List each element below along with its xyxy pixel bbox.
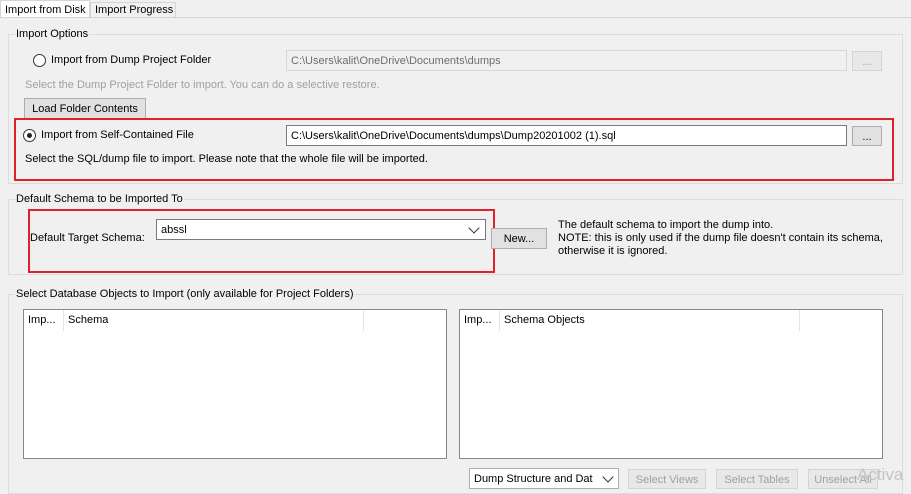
tab-import-from-disk[interactable]: Import from Disk <box>0 0 90 18</box>
new-schema-button[interactable]: New... <box>491 228 547 249</box>
chevron-down-icon <box>602 471 614 483</box>
import-options-title: Import Options <box>15 28 90 40</box>
dump-folder-label[interactable]: Import from Dump Project Folder <box>51 54 211 66</box>
dump-folder-radio[interactable] <box>33 54 46 67</box>
chevron-down-icon <box>468 222 480 234</box>
activation-watermark: Activa <box>857 465 904 484</box>
schema-objects-col-objects[interactable]: Schema Objects <box>500 310 800 331</box>
self-contained-browse-button[interactable]: ... <box>852 126 882 146</box>
target-schema-label: Default Target Schema: <box>30 232 145 244</box>
dump-folder-path-input[interactable]: C:\Users\kalit\OneDrive\Documents\dumps <box>286 50 847 71</box>
dump-type-select[interactable]: Dump Structure and Dat <box>469 468 619 489</box>
default-schema-title: Default Schema to be Imported To <box>15 193 184 205</box>
select-tables-button[interactable]: Select Tables <box>716 469 798 489</box>
self-contained-hint: Select the SQL/dump file to import. Plea… <box>25 153 428 165</box>
load-folder-contents-button[interactable]: Load Folder Contents <box>24 98 146 119</box>
schema-objects-list[interactable]: Imp... Schema Objects <box>459 309 883 459</box>
schema-list[interactable]: Imp... Schema <box>23 309 447 459</box>
schema-note-line-2: NOTE: this is only used if the dump file… <box>558 232 883 244</box>
select-views-button[interactable]: Select Views <box>628 469 706 489</box>
tab-import-progress[interactable]: Import Progress <box>90 2 176 18</box>
self-contained-path-input[interactable]: C:\Users\kalit\OneDrive\Documents\dumps\… <box>286 125 847 146</box>
schema-note-line-1: The default schema to import the dump in… <box>558 219 774 231</box>
target-schema-value: abssl <box>161 224 187 236</box>
dump-folder-browse-button[interactable]: ... <box>852 51 882 71</box>
schema-objects-col-import[interactable]: Imp... <box>460 310 500 331</box>
objects-title: Select Database Objects to Import (only … <box>15 288 355 300</box>
self-contained-label[interactable]: Import from Self-Contained File <box>41 129 194 141</box>
dump-folder-hint: Select the Dump Project Folder to import… <box>25 79 380 91</box>
target-schema-select[interactable]: abssl <box>156 219 486 240</box>
schema-list-col-import[interactable]: Imp... <box>24 310 64 331</box>
schema-list-col-schema[interactable]: Schema <box>64 310 364 331</box>
dump-type-value: Dump Structure and Dat <box>474 473 593 485</box>
self-contained-radio[interactable] <box>23 129 36 142</box>
schema-note-line-3: otherwise it is ignored. <box>558 245 668 257</box>
